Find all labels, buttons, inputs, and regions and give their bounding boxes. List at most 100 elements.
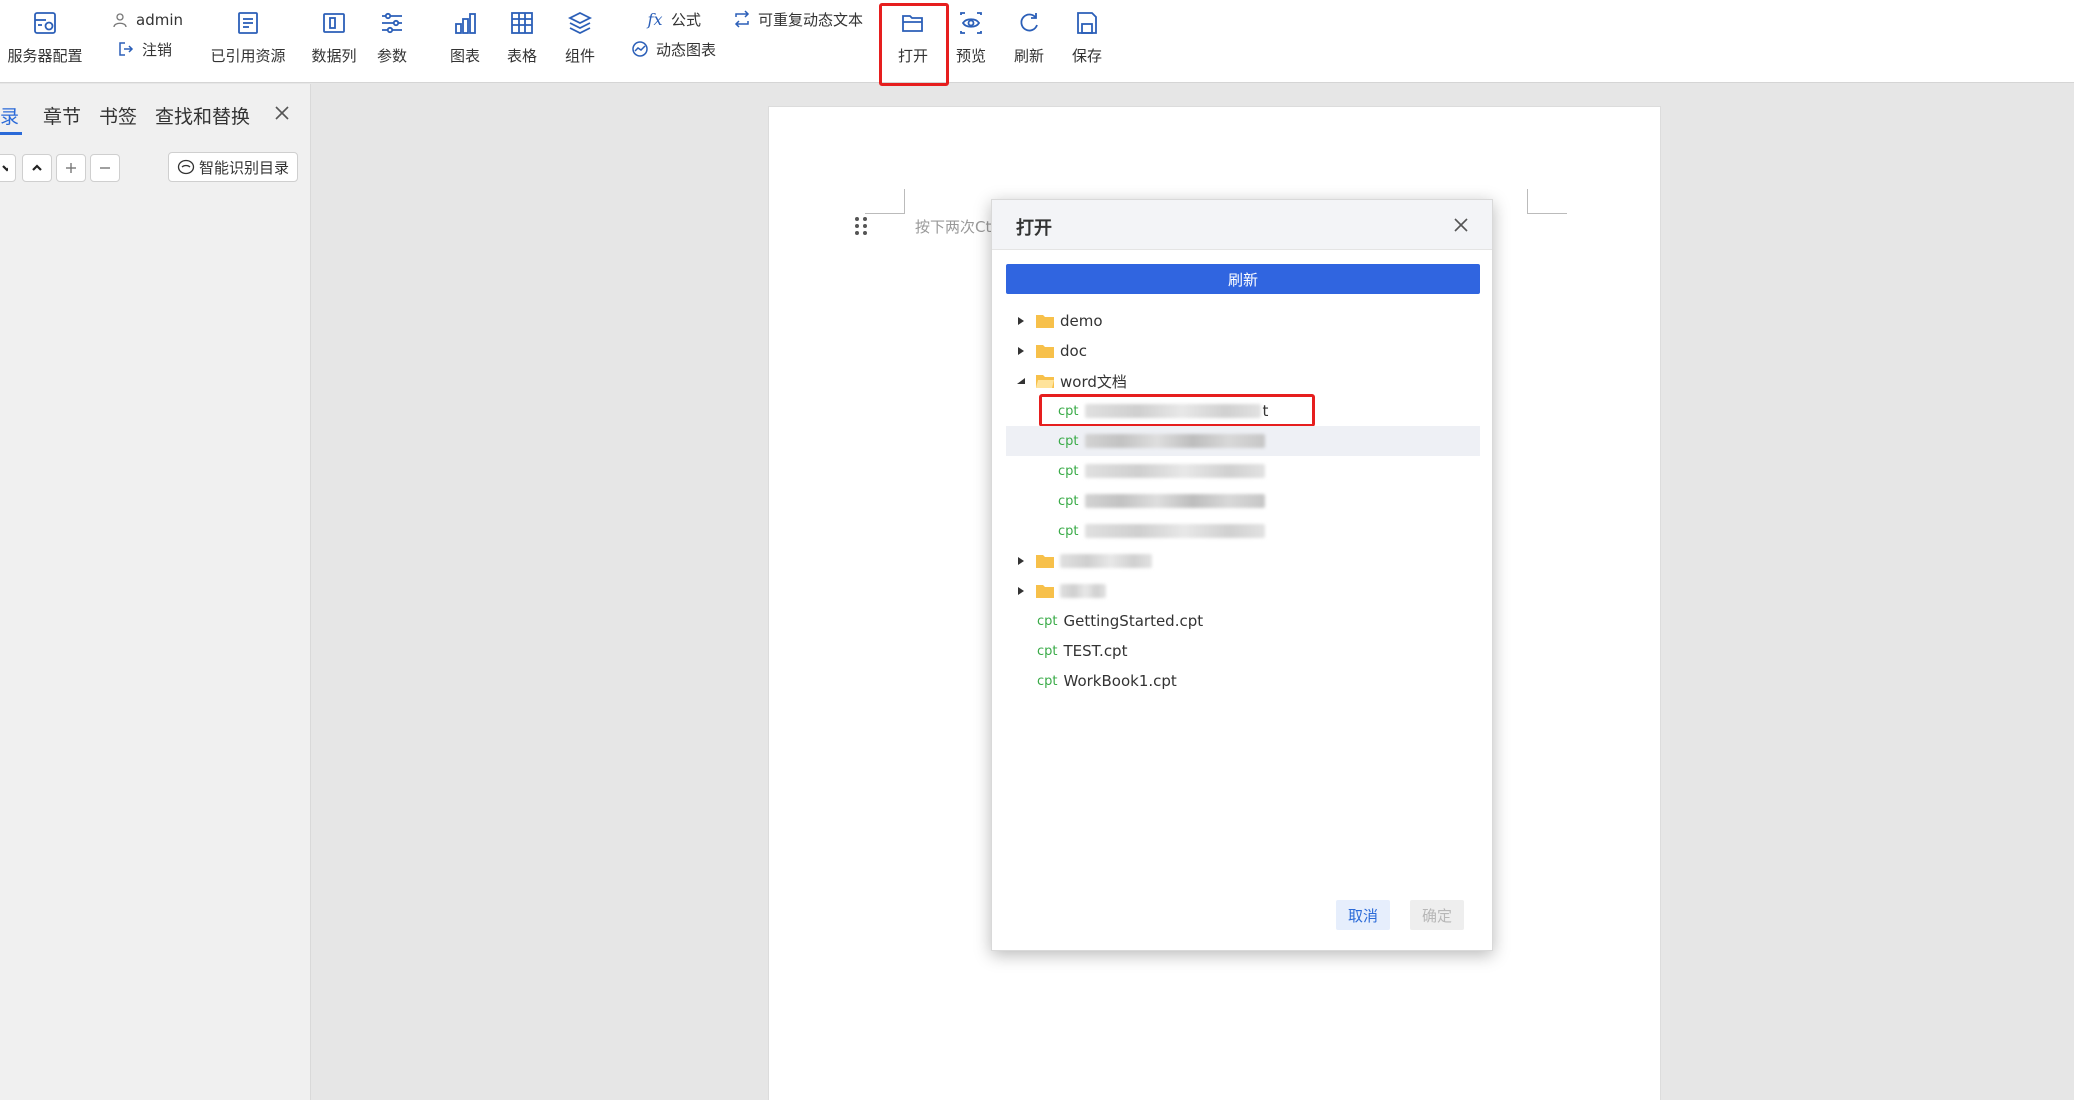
cpt-file-icon: cpt bbox=[1058, 403, 1079, 419]
tab-toc[interactable]: 录 bbox=[0, 102, 19, 129]
document-list-icon bbox=[233, 8, 263, 38]
caret-down-icon[interactable] bbox=[1016, 376, 1026, 386]
tree-file-word-5[interactable]: cpt bbox=[1006, 516, 1480, 546]
component-label: 组件 bbox=[564, 47, 595, 65]
save-button[interactable]: 保存 bbox=[1062, 0, 1112, 83]
sliders-icon bbox=[377, 8, 407, 38]
data-column-label: 数据列 bbox=[311, 47, 357, 65]
close-icon[interactable] bbox=[271, 102, 293, 124]
tree-label: demo bbox=[1060, 312, 1103, 330]
refresh-icon bbox=[1014, 8, 1044, 38]
tab-find-replace[interactable]: 查找和替换 bbox=[155, 102, 250, 129]
table-button[interactable]: 表格 bbox=[497, 0, 547, 83]
tree-label: TEST.cpt bbox=[1063, 642, 1128, 660]
smart-toc-label: 智能识别目录 bbox=[198, 158, 289, 177]
tree-file-getting-started[interactable]: cpt GettingStarted.cpt bbox=[1006, 606, 1480, 636]
dynamic-chart-button[interactable]: 动态图表 bbox=[630, 36, 716, 62]
redacted-folder-name bbox=[1060, 554, 1152, 568]
open-dialog: 打开 刷新 demo doc word文档 cpt t cpt cpt cpt bbox=[991, 199, 1493, 951]
tree-folder-word[interactable]: word文档 bbox=[1006, 366, 1480, 396]
tab-bookmarks[interactable]: 书签 bbox=[99, 102, 137, 129]
tree-file-word-4[interactable]: cpt bbox=[1006, 486, 1480, 516]
layers-icon bbox=[565, 8, 595, 38]
tree-file-workbook[interactable]: cpt WorkBook1.cpt bbox=[1006, 666, 1480, 696]
redacted-folder-name bbox=[1060, 584, 1106, 598]
chart-button[interactable]: 图表 bbox=[440, 0, 490, 83]
add-level-button[interactable] bbox=[56, 154, 86, 182]
cpt-file-icon: cpt bbox=[1058, 463, 1079, 479]
bar-chart-icon bbox=[450, 8, 480, 38]
dialog-close-icon[interactable] bbox=[1450, 214, 1472, 236]
caret-right-icon[interactable] bbox=[1016, 556, 1026, 566]
logout-button[interactable]: 注销 bbox=[116, 36, 172, 62]
save-label: 保存 bbox=[1071, 47, 1102, 65]
referenced-resources-label: 已引用资源 bbox=[210, 47, 286, 65]
tree-label: GettingStarted.cpt bbox=[1063, 612, 1204, 630]
referenced-resources-button[interactable]: 已引用资源 bbox=[204, 0, 292, 83]
confirm-button[interactable]: 确定 bbox=[1410, 900, 1464, 930]
margin-corner-top-right bbox=[1527, 189, 1567, 214]
params-button[interactable]: 参数 bbox=[367, 0, 417, 83]
data-column-icon bbox=[319, 8, 349, 38]
tree-file-word-3[interactable]: cpt bbox=[1006, 456, 1480, 486]
save-icon bbox=[1072, 8, 1102, 38]
caret-right-icon[interactable] bbox=[1016, 346, 1026, 356]
smart-recognize-icon bbox=[177, 159, 195, 175]
folder-open-icon bbox=[1036, 375, 1054, 388]
tree-file-test[interactable]: cpt TEST.cpt bbox=[1006, 636, 1480, 666]
open-button[interactable]: 打开 bbox=[883, 0, 943, 83]
tree-label: word文档 bbox=[1060, 372, 1127, 391]
caret-right-icon[interactable] bbox=[1016, 586, 1026, 596]
margin-corner-top-left bbox=[865, 189, 905, 214]
tree-file-word-2[interactable]: cpt bbox=[1006, 426, 1480, 456]
preview-button[interactable]: 预览 bbox=[946, 0, 996, 83]
logout-label: 注销 bbox=[142, 40, 173, 59]
function-icon: fx bbox=[647, 9, 663, 29]
cpt-file-icon: cpt bbox=[1058, 493, 1079, 509]
cpt-file-icon: cpt bbox=[1037, 673, 1058, 689]
server-config-button[interactable]: 服务器配置 bbox=[0, 0, 90, 83]
toolbar: 服务器配置 admin 注销 已引用资源 数据列 参数 图表 表格 组件 fx … bbox=[0, 0, 2074, 86]
tree-folder-doc[interactable]: doc bbox=[1006, 336, 1480, 366]
remove-level-button[interactable] bbox=[90, 154, 120, 182]
tree-label: WorkBook1.cpt bbox=[1063, 672, 1177, 690]
cancel-button[interactable]: 取消 bbox=[1336, 900, 1390, 930]
repeat-dynamic-text-label: 可重复动态文本 bbox=[758, 10, 864, 29]
table-icon bbox=[507, 8, 537, 38]
server-config-icon bbox=[30, 8, 60, 38]
redacted-file-name bbox=[1084, 464, 1265, 478]
dialog-title: 打开 bbox=[1016, 218, 1052, 239]
tree-folder-redacted-1[interactable] bbox=[1006, 546, 1480, 576]
preview-label: 预览 bbox=[955, 47, 986, 65]
minus-icon bbox=[100, 167, 110, 169]
chevron-down-icon bbox=[2, 165, 8, 172]
repeat-dynamic-text-button[interactable]: 可重复动态文本 bbox=[732, 6, 863, 32]
chevron-up-button[interactable] bbox=[22, 154, 52, 182]
data-column-button[interactable]: 数据列 bbox=[306, 0, 362, 83]
formula-button[interactable]: fx 公式 bbox=[645, 6, 702, 32]
dialog-refresh-button[interactable]: 刷新 bbox=[1006, 264, 1480, 294]
chevron-up-icon bbox=[32, 164, 42, 171]
redacted-file-name bbox=[1084, 434, 1265, 448]
caret-right-icon[interactable] bbox=[1016, 316, 1026, 326]
tab-chapters[interactable]: 章节 bbox=[43, 102, 81, 129]
folder-open-icon bbox=[898, 8, 928, 38]
tree-file-word-1[interactable]: cpt t bbox=[1006, 396, 1480, 426]
formula-label: 公式 bbox=[671, 10, 702, 29]
smart-toc-button[interactable]: 智能识别目录 bbox=[168, 152, 298, 182]
plus-icon bbox=[66, 163, 76, 173]
refresh-toolbar-button[interactable]: 刷新 bbox=[1004, 0, 1054, 83]
tree-folder-redacted-2[interactable] bbox=[1006, 576, 1480, 606]
cpt-file-icon: cpt bbox=[1037, 613, 1058, 629]
cpt-file-icon: cpt bbox=[1058, 433, 1079, 449]
user-account[interactable]: admin bbox=[110, 7, 183, 33]
navigation-panel: 录 章节 书签 查找和替换 智能识别目录 bbox=[0, 84, 311, 1100]
logout-icon bbox=[116, 39, 136, 59]
chevron-down-button[interactable] bbox=[0, 154, 16, 182]
folder-icon bbox=[1036, 555, 1054, 568]
drag-handle-icon[interactable] bbox=[854, 215, 868, 237]
component-button[interactable]: 组件 bbox=[555, 0, 605, 83]
chart-label: 图表 bbox=[449, 47, 480, 65]
tree-folder-demo[interactable]: demo bbox=[1006, 306, 1480, 336]
eye-icon bbox=[956, 8, 986, 38]
